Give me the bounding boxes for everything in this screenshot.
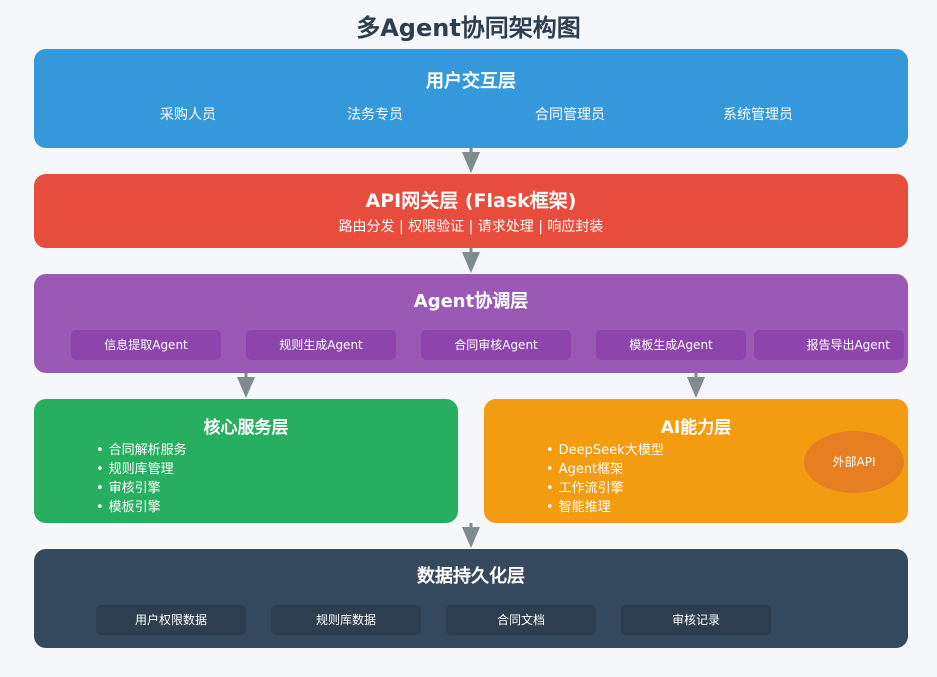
list-item: 智能推理: [546, 498, 664, 517]
agent-template-generation: 模板生成Agent: [596, 330, 746, 360]
store-rule-library: 规则库数据: [271, 605, 421, 635]
data-persistence-layer: 数据持久化层 用户权限数据 规则库数据 合同文档 审核记录: [34, 549, 908, 648]
ai-capability-layer: AI能力层 DeepSeek大模型 Agent框架 工作流引擎 智能推理 外部A…: [484, 399, 908, 523]
store-contract-documents: 合同文档: [446, 605, 596, 635]
agent-contract-review: 合同审核Agent: [421, 330, 571, 360]
agent-report-export: 报告导出Agent: [754, 330, 904, 360]
data-layer-title: 数据持久化层: [417, 566, 525, 587]
role-procurement: 采购人员: [160, 107, 216, 123]
list-item: 工作流引擎: [546, 479, 664, 498]
list-item: 规则库管理: [96, 460, 187, 479]
list-item: 模板引擎: [96, 498, 187, 517]
agent-info-extraction: 信息提取Agent: [71, 330, 221, 360]
arrow-agent-to-ai: [687, 373, 705, 398]
role-contract-admin: 合同管理员: [535, 107, 605, 123]
list-item: 合同解析服务: [96, 441, 187, 460]
user-layer-title: 用户交互层: [426, 71, 516, 92]
arrow-api-to-agent: [462, 248, 480, 273]
api-layer-title: API网关层 (Flask框架): [365, 190, 577, 212]
api-layer-subtitle: 路由分发 | 权限验证 | 请求处理 | 响应封装: [338, 219, 604, 235]
agent-rule-generation: 规则生成Agent: [246, 330, 396, 360]
list-item: DeepSeek大模型: [546, 441, 664, 460]
core-service-layer: 核心服务层 合同解析服务 规则库管理 审核引擎 模板引擎: [34, 399, 458, 523]
core-service-list: 合同解析服务 规则库管理 审核引擎 模板引擎: [96, 441, 187, 517]
agent-coordination-layer: Agent协调层 信息提取Agent 规则生成Agent 合同审核Agent 模…: [34, 274, 908, 373]
core-layer-title: 核心服务层: [203, 418, 289, 438]
ai-capability-list: DeepSeek大模型 Agent框架 工作流引擎 智能推理: [546, 441, 664, 517]
list-item: Agent框架: [546, 460, 664, 479]
store-user-permissions: 用户权限数据: [96, 605, 246, 635]
agent-layer-title: Agent协调层: [413, 291, 529, 312]
arrow-to-data: [462, 523, 480, 548]
list-item: 审核引擎: [96, 479, 187, 498]
external-api-node: 外部API: [804, 431, 904, 493]
arrow-user-to-api: [462, 148, 480, 173]
api-gateway-layer: API网关层 (Flask框架) 路由分发 | 权限验证 | 请求处理 | 响应…: [34, 174, 908, 248]
user-interaction-layer: 用户交互层 采购人员 法务专员 合同管理员 系统管理员: [34, 49, 908, 148]
store-review-records: 审核记录: [621, 605, 771, 635]
role-system-admin: 系统管理员: [723, 107, 793, 123]
role-legal: 法务专员: [347, 107, 403, 123]
arrow-agent-to-core: [237, 373, 255, 398]
